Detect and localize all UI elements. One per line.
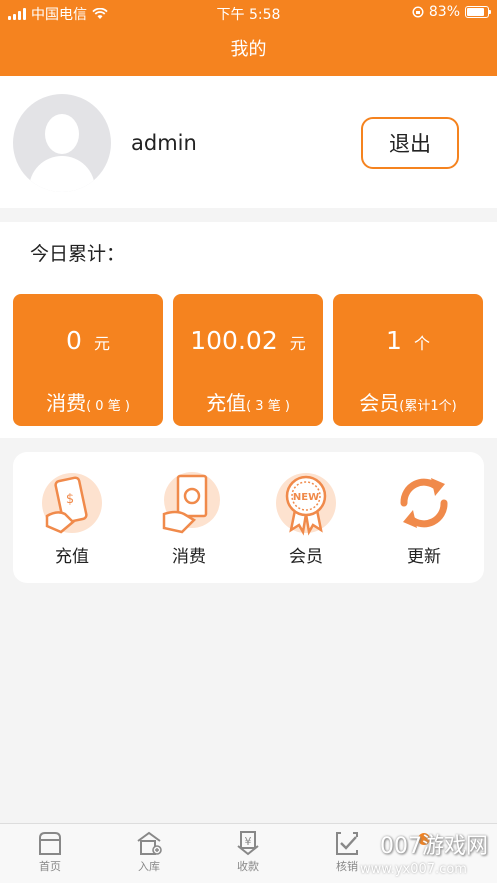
yuan-receive-icon: ¥ bbox=[237, 831, 259, 856]
tab-receive[interactable]: ¥ 收款 bbox=[218, 830, 278, 874]
check-icon bbox=[336, 832, 358, 855]
stat-label: 会员 bbox=[359, 391, 400, 415]
new-badge-icon: NEW bbox=[276, 473, 336, 536]
today-total-label: 今日累计： bbox=[30, 243, 126, 265]
action-label: 充值 bbox=[55, 547, 89, 567]
stat-value: 0 bbox=[66, 326, 82, 355]
tab-warehouse-in[interactable]: 入库 bbox=[119, 830, 179, 874]
tab-label: 首页 bbox=[39, 860, 61, 873]
phone-payment-icon: $ bbox=[42, 473, 102, 534]
warehouse-in-icon bbox=[137, 831, 162, 855]
svg-text:NEW: NEW bbox=[293, 492, 319, 503]
tab-label: 收款 bbox=[237, 860, 259, 873]
battery-icon bbox=[465, 6, 491, 18]
cash-payment-icon bbox=[162, 472, 220, 534]
stat-card-consume[interactable]: 0元 消费( 0 笔 ) bbox=[13, 294, 163, 426]
member-action[interactable]: NEW 会员 bbox=[256, 470, 356, 570]
avatar[interactable] bbox=[13, 94, 111, 192]
recharge-action[interactable]: $ 充值 bbox=[22, 470, 122, 570]
stat-detail: ( 0 笔 ) bbox=[86, 399, 130, 414]
status-bar: 中国电信 下午 5:58 83% bbox=[0, 0, 497, 26]
stat-unit: 元 bbox=[289, 334, 306, 353]
watermark-url: www.yx007.com bbox=[360, 862, 467, 877]
logout-button[interactable]: 退出 bbox=[361, 117, 459, 169]
refresh-icon bbox=[400, 478, 448, 528]
stat-unit: 个 bbox=[413, 334, 430, 353]
stat-value: 100.02 bbox=[190, 326, 278, 355]
tab-label: 核销 bbox=[336, 860, 358, 873]
home-icon bbox=[39, 832, 61, 855]
refresh-action[interactable]: 更新 bbox=[374, 470, 474, 570]
action-label: 消费 bbox=[172, 547, 206, 567]
tab-label: 入库 bbox=[138, 860, 160, 873]
action-label: 更新 bbox=[407, 547, 441, 567]
quick-actions: $ 充值 消费 NEW 会员 更新 bbox=[13, 452, 484, 583]
tab-home[interactable]: 首页 bbox=[20, 830, 80, 874]
stat-detail: ( 3 笔 ) bbox=[246, 399, 290, 414]
action-label: 会员 bbox=[289, 547, 323, 567]
battery-percent: 83% bbox=[428, 4, 460, 20]
orientation-lock-icon bbox=[412, 6, 424, 18]
stat-label: 充值 bbox=[206, 391, 247, 415]
watermark: 007游戏网 bbox=[380, 834, 488, 859]
page-title: 我的 bbox=[0, 26, 497, 76]
stat-card-member[interactable]: 1个 会员(累计1个) bbox=[333, 294, 483, 426]
svg-text:$: $ bbox=[66, 492, 74, 507]
stat-detail: (累计1个) bbox=[399, 399, 457, 414]
stat-card-recharge[interactable]: 100.02 元 充值( 3 笔 ) bbox=[173, 294, 323, 426]
stat-label: 消费 bbox=[46, 391, 87, 415]
username: admin bbox=[131, 131, 197, 155]
stat-value: 1 bbox=[386, 326, 402, 355]
stat-unit: 元 bbox=[93, 334, 110, 353]
consume-action[interactable]: 消费 bbox=[139, 470, 239, 570]
svg-text:¥: ¥ bbox=[245, 835, 252, 848]
